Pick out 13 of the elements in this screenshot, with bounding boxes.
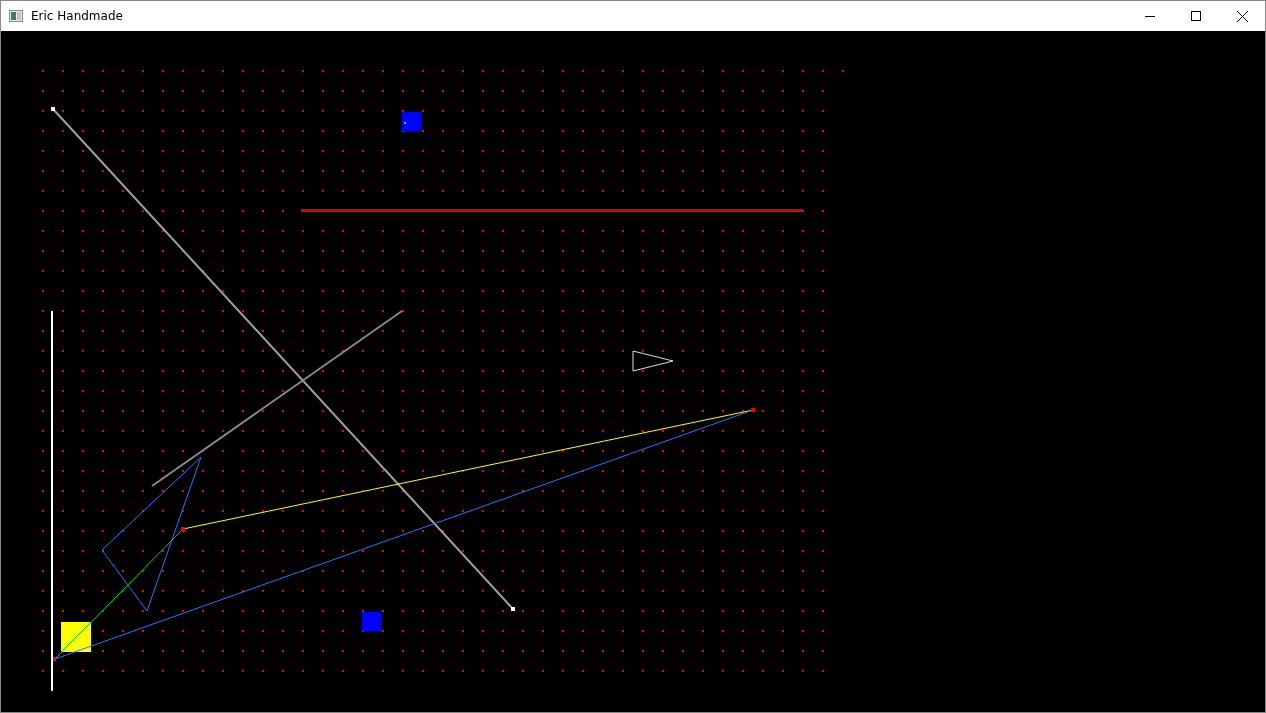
app-icon: [9, 10, 23, 22]
endpoint-marker: [181, 527, 185, 531]
square-shape: [362, 612, 381, 631]
triangle-outline: [632, 350, 674, 372]
square-shape: [402, 112, 421, 131]
window-title: Eric Handmade: [31, 9, 123, 23]
endpoint-marker: [511, 607, 515, 611]
endpoint-marker: [51, 107, 55, 111]
endpoint-marker: [751, 408, 755, 412]
point-marker: [404, 122, 406, 124]
square-shape: [60, 621, 92, 653]
close-icon: [1236, 10, 1248, 22]
maximize-icon: [1191, 11, 1201, 21]
